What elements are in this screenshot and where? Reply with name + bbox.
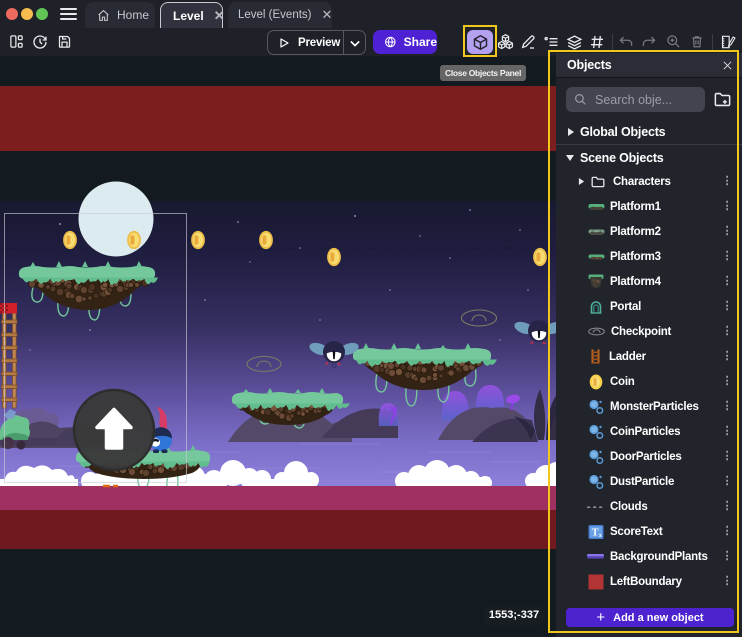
svg-text:x: x xyxy=(599,533,602,539)
svg-text:T: T xyxy=(592,527,599,538)
